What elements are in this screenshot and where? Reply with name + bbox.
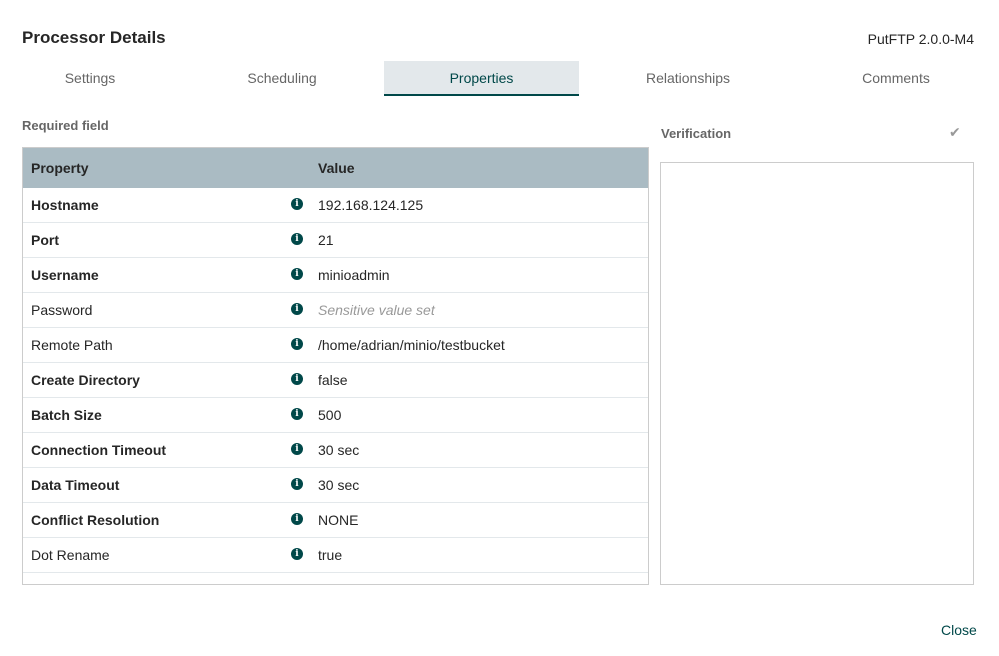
tab-comments[interactable]: Comments bbox=[796, 61, 996, 96]
verification-label: Verification bbox=[661, 126, 732, 141]
processor-version: PutFTP 2.0.0-M4 bbox=[867, 31, 974, 47]
processor-details-dialog: Processor Details PutFTP 2.0.0-M4 Settin… bbox=[0, 0, 999, 656]
tab-settings[interactable]: Settings bbox=[0, 61, 180, 96]
table-row[interactable]: Username i minioadmin bbox=[23, 258, 648, 293]
property-value[interactable]: NONE bbox=[318, 512, 358, 528]
property-value[interactable]: true bbox=[318, 547, 342, 563]
property-name: Hostname bbox=[31, 197, 99, 213]
property-name: Port bbox=[31, 232, 59, 248]
table-row[interactable]: Hostname i 192.168.124.125 bbox=[23, 188, 648, 223]
property-name: Password bbox=[31, 302, 93, 318]
table-row[interactable]: Data Timeout i 30 sec bbox=[23, 468, 648, 503]
property-value[interactable]: 21 bbox=[318, 232, 334, 248]
property-value[interactable]: 192.168.124.125 bbox=[318, 197, 423, 213]
properties-table: Property Value Hostname i 192.168.124.125 P… bbox=[22, 147, 649, 585]
property-value[interactable]: Sensitive value set bbox=[318, 302, 435, 318]
property-value[interactable]: /home/adrian/minio/testbucket bbox=[318, 337, 505, 353]
info-circle-icon[interactable]: i bbox=[291, 338, 303, 350]
property-value[interactable]: minioadmin bbox=[318, 267, 390, 283]
info-circle-icon[interactable]: i bbox=[291, 513, 303, 525]
close-button[interactable]: Close bbox=[941, 622, 977, 638]
table-row[interactable]: Password i Sensitive value set bbox=[23, 293, 648, 328]
property-name: Conflict Resolution bbox=[31, 512, 160, 528]
property-name: Connection Timeout bbox=[31, 442, 167, 458]
tab-relationships[interactable]: Relationships bbox=[586, 61, 790, 96]
column-header-property[interactable]: Property bbox=[31, 160, 89, 176]
table-header: Property Value bbox=[23, 148, 648, 188]
column-header-value[interactable]: Value bbox=[318, 160, 355, 176]
property-value[interactable]: 30 sec bbox=[318, 442, 359, 458]
table-row[interactable]: Dot Rename i true bbox=[23, 538, 648, 573]
verification-panel bbox=[660, 162, 974, 585]
property-name: Data Timeout bbox=[31, 477, 120, 493]
property-name: Batch Size bbox=[31, 407, 102, 423]
table-row[interactable]: Batch Size i 500 bbox=[23, 398, 648, 433]
tab-properties[interactable]: Properties bbox=[384, 61, 579, 96]
table-body: Hostname i 192.168.124.125 Port i 21 Username i… bbox=[23, 188, 648, 573]
property-name: Remote Path bbox=[31, 337, 113, 353]
property-name: Dot Rename bbox=[31, 547, 110, 563]
table-row[interactable]: Create Directory i false bbox=[23, 363, 648, 398]
info-circle-icon[interactable]: i bbox=[291, 408, 303, 420]
tab-scheduling[interactable]: Scheduling bbox=[186, 61, 378, 96]
property-value[interactable]: false bbox=[318, 372, 348, 388]
property-name: Username bbox=[31, 267, 99, 283]
property-value[interactable]: 500 bbox=[318, 407, 341, 423]
check-icon: ✔ bbox=[949, 124, 961, 140]
table-row[interactable]: Remote Path i/home/adrian/minio/testbucke… bbox=[23, 328, 648, 363]
property-name: Create Directory bbox=[31, 372, 140, 388]
info-circle-icon[interactable]: i bbox=[291, 233, 303, 245]
info-circle-icon[interactable]: i bbox=[291, 478, 303, 490]
info-circle-icon[interactable]: i bbox=[291, 548, 303, 560]
dialog-title: Processor Details bbox=[22, 28, 166, 47]
info-circle-icon[interactable]: i bbox=[291, 268, 303, 280]
info-circle-icon[interactable]: i bbox=[291, 373, 303, 385]
table-row[interactable]: Connection Timeout i 30 sec bbox=[23, 433, 648, 468]
required-field-label: Required field bbox=[22, 118, 109, 133]
info-circle-icon[interactable]: i bbox=[291, 443, 303, 455]
tab-bar: Settings Scheduling Properties Relations… bbox=[0, 61, 999, 96]
table-row[interactable]: Port i 21 bbox=[23, 223, 648, 258]
info-circle-icon[interactable]: i bbox=[291, 303, 303, 315]
property-value[interactable]: 30 sec bbox=[318, 477, 359, 493]
table-row[interactable]: Conflict Resolution i NONE bbox=[23, 503, 648, 538]
info-circle-icon[interactable]: i bbox=[291, 198, 303, 210]
